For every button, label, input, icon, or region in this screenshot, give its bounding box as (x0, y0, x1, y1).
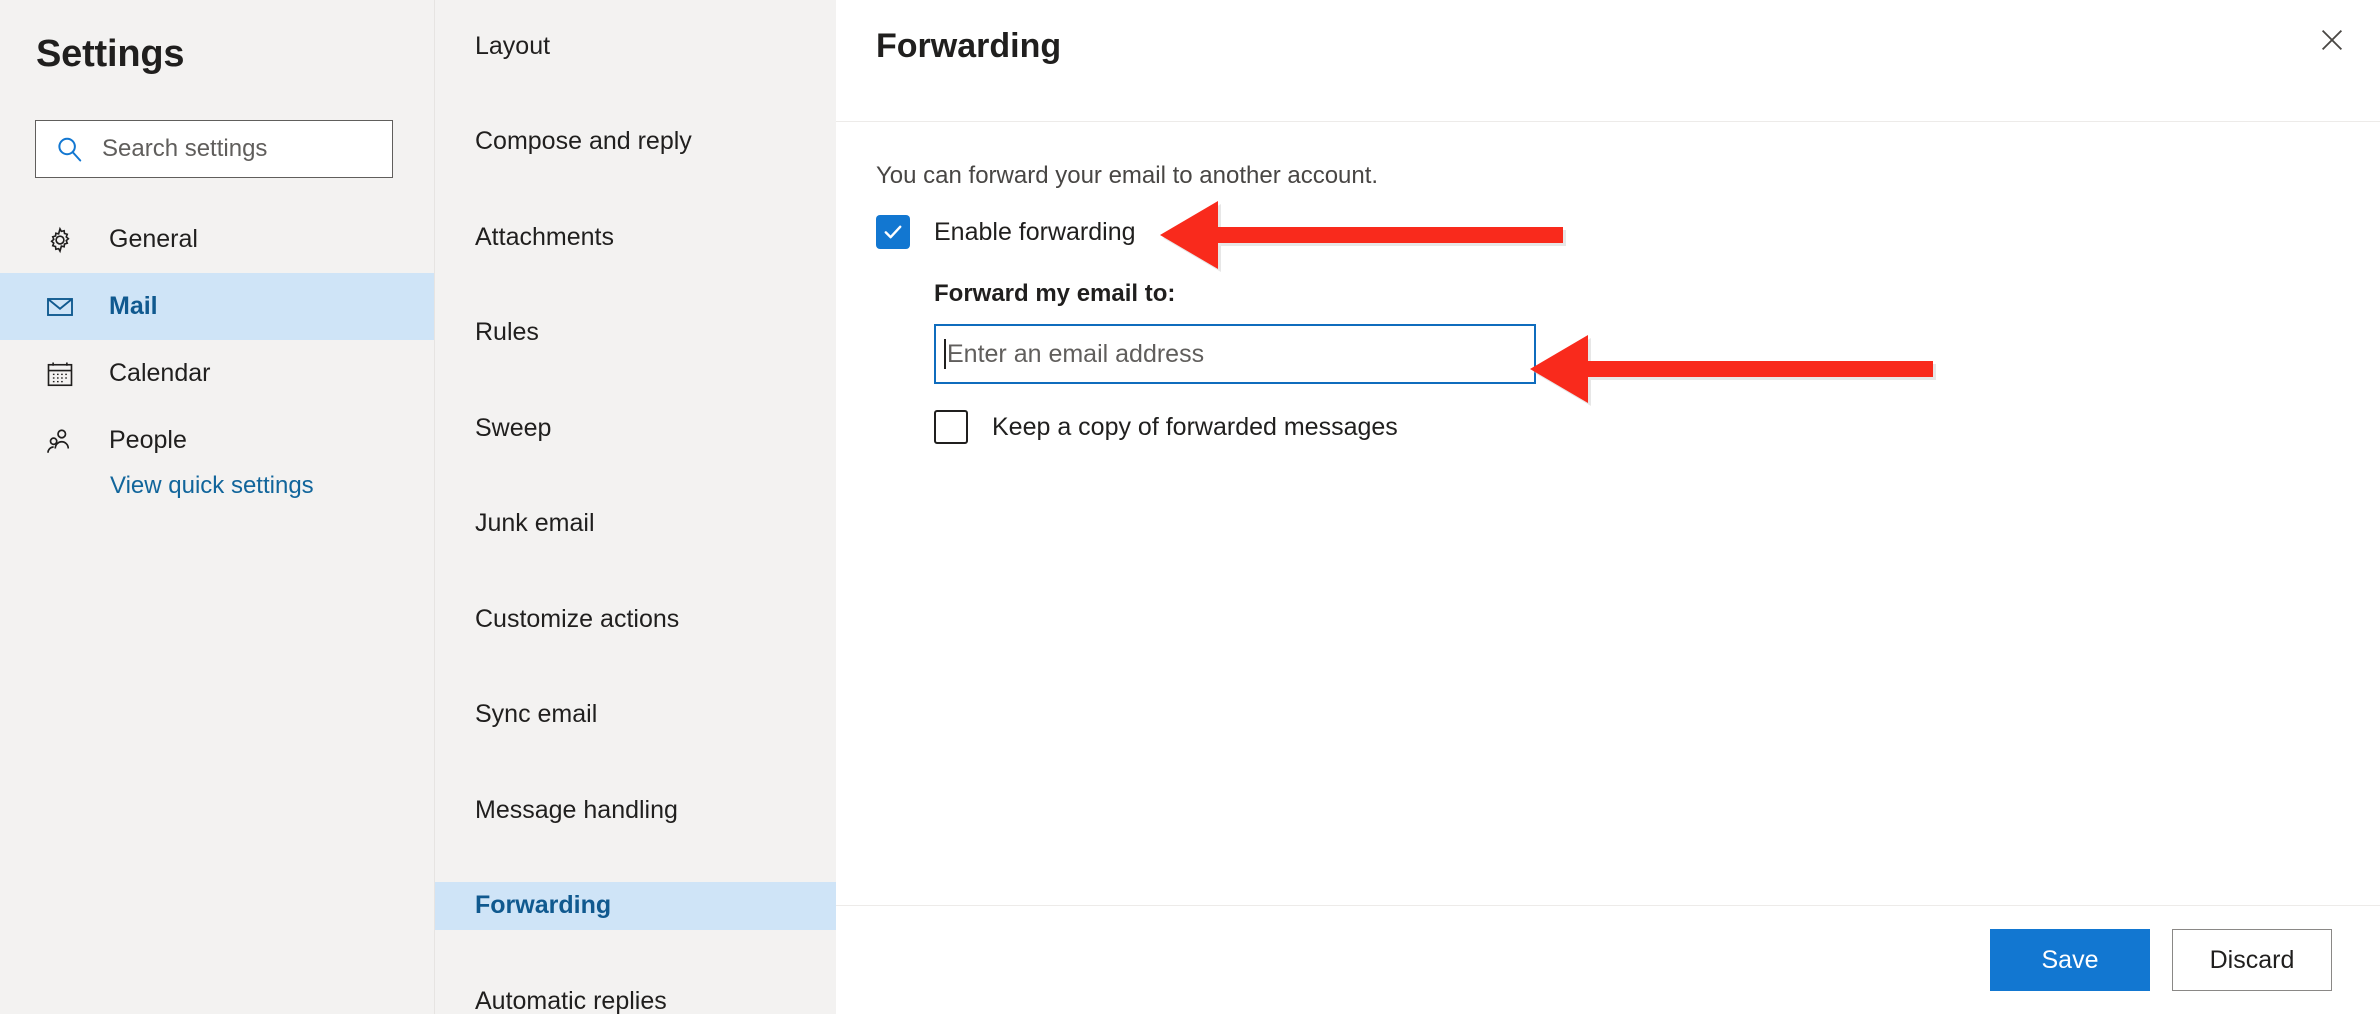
search-placeholder: Search settings (102, 135, 268, 162)
mid-item-customize-actions[interactable]: Customize actions (435, 595, 836, 643)
enable-forwarding-checkbox[interactable] (876, 215, 910, 249)
text-caret (944, 339, 946, 369)
mid-item-message-handling[interactable]: Message handling (435, 786, 836, 834)
close-button[interactable] (2306, 16, 2358, 68)
search-input[interactable]: Search settings (35, 120, 393, 178)
sidebar-item-label: Calendar (109, 359, 211, 387)
panel-title: Forwarding (876, 27, 1062, 65)
gear-icon (43, 223, 77, 257)
settings-dialog: Settings Search settings General Mail Ca… (0, 0, 2380, 1014)
mid-item-sync-email[interactable]: Sync email (435, 691, 836, 739)
sidebar-item-label: Mail (109, 292, 158, 320)
mid-item-attachments[interactable]: Attachments (435, 213, 836, 261)
enable-forwarding-label: Enable forwarding (934, 217, 1136, 246)
sidebar-item-general[interactable]: General (0, 206, 434, 273)
mid-item-junk-email[interactable]: Junk email (435, 500, 836, 548)
page-title: Settings (36, 33, 185, 75)
calendar-icon (43, 357, 77, 391)
sidebar-item-calendar[interactable]: Calendar (0, 340, 434, 407)
panel-header: Forwarding (836, 0, 2380, 122)
mid-item-layout[interactable]: Layout (435, 22, 836, 70)
sidebar-item-label: General (109, 225, 198, 253)
mid-item-forwarding[interactable]: Forwarding (435, 881, 836, 930)
sidebar-nav: General Mail Calendar People (0, 206, 434, 474)
forwarding-panel: Forwarding You can forward your email to… (836, 0, 2380, 1014)
mid-item-compose-and-reply[interactable]: Compose and reply (435, 118, 836, 166)
keep-copy-checkbox[interactable] (934, 410, 968, 444)
search-icon (54, 134, 84, 164)
panel-body: You can forward your email to another ac… (836, 162, 2380, 444)
enable-forwarding-row[interactable]: Enable forwarding (876, 214, 2340, 250)
forward-email-placeholder: Enter an email address (947, 339, 1205, 368)
sidebar-item-people[interactable]: People (0, 407, 434, 474)
mail-settings-nav: Layout Compose and reply Attachments Rul… (434, 0, 836, 1014)
panel-footer: Save Discard (836, 905, 2380, 1014)
mid-item-sweep[interactable]: Sweep (435, 404, 836, 452)
people-icon (43, 424, 77, 458)
settings-sidebar: Settings Search settings General Mail Ca… (0, 0, 434, 1014)
discard-button[interactable]: Discard (2172, 929, 2332, 991)
mid-item-automatic-replies[interactable]: Automatic replies (435, 977, 836, 1014)
keep-copy-label: Keep a copy of forwarded messages (992, 412, 1398, 441)
envelope-icon (43, 290, 77, 324)
sidebar-item-label: People (109, 426, 187, 454)
save-button[interactable]: Save (1990, 929, 2150, 991)
forward-to-label: Forward my email to: (934, 280, 1176, 307)
sidebar-item-mail[interactable]: Mail (0, 273, 434, 340)
panel-description: You can forward your email to another ac… (876, 162, 1379, 189)
close-icon (2317, 25, 2347, 60)
forward-email-input[interactable]: Enter an email address (934, 324, 1536, 384)
mid-item-rules[interactable]: Rules (435, 309, 836, 357)
keep-copy-row[interactable]: Keep a copy of forwarded messages (934, 410, 2340, 444)
view-quick-settings-link[interactable]: View quick settings (110, 472, 314, 500)
